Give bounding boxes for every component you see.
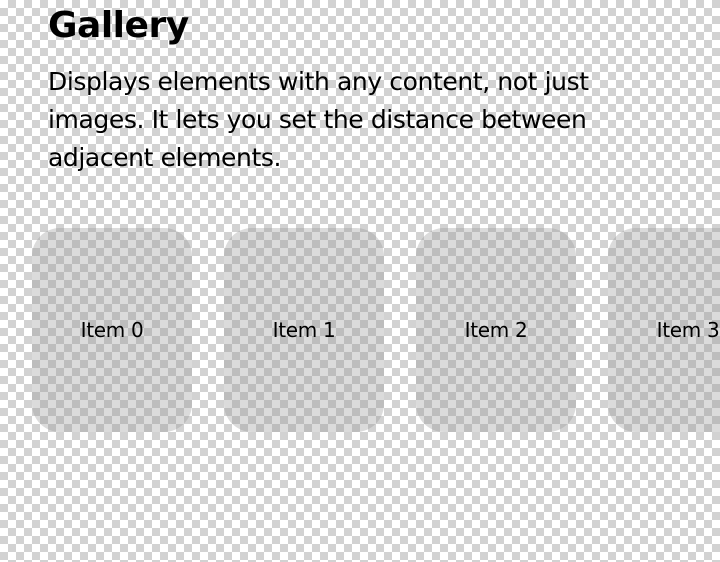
gallery[interactable]: Item 0 Item 1 Item 2 Item 3 <box>0 228 720 432</box>
gallery-item[interactable]: Item 0 <box>32 228 192 432</box>
gallery-item-label: Item 3 <box>656 318 720 342</box>
gallery-track: Item 0 Item 1 Item 2 Item 3 <box>32 228 720 432</box>
gallery-item-label: Item 0 <box>80 318 144 342</box>
gallery-item-label: Item 2 <box>464 318 528 342</box>
gallery-item[interactable]: Item 3 <box>608 228 720 432</box>
page-title: Gallery <box>48 5 189 46</box>
gallery-item[interactable]: Item 1 <box>224 228 384 432</box>
gallery-item-label: Item 1 <box>272 318 336 342</box>
gallery-item[interactable]: Item 2 <box>416 228 576 432</box>
page-description: Displays elements with any content, not … <box>48 67 589 172</box>
